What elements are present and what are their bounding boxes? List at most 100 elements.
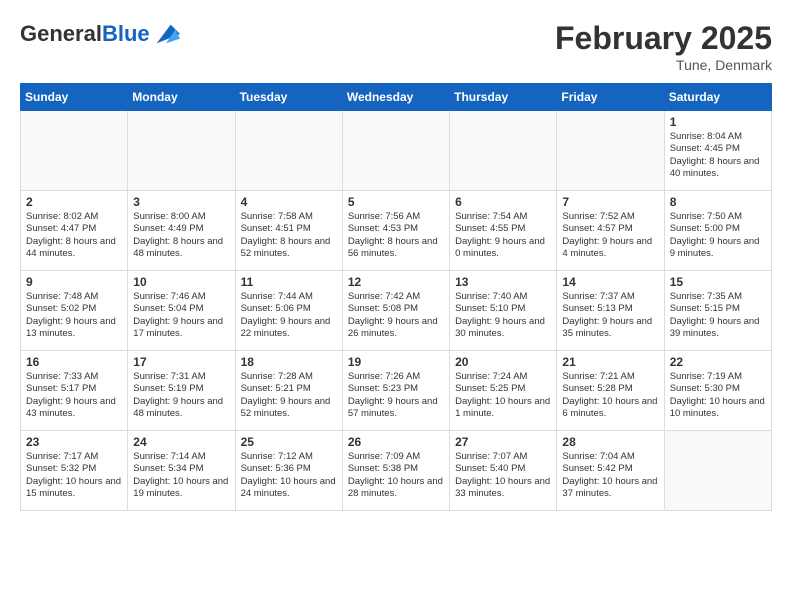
- day-info: Sunrise: 7:31 AMSunset: 5:19 PMDaylight:…: [133, 371, 229, 420]
- day-number: 6: [455, 195, 551, 209]
- month-year: February 2025: [555, 20, 772, 57]
- day-number: 4: [241, 195, 337, 209]
- calendar-cell: 6 Sunrise: 7:54 AMSunset: 4:55 PMDaylight…: [450, 191, 557, 271]
- day-number: 18: [241, 355, 337, 369]
- day-number: 3: [133, 195, 229, 209]
- day-header-tuesday: Tuesday: [235, 84, 342, 111]
- calendar-cell: 4 Sunrise: 7:58 AMSunset: 4:51 PMDaylight…: [235, 191, 342, 271]
- calendar-cell: 20Sunrise: 7:24 AMSunset: 5:25 PMDayligh…: [450, 351, 557, 431]
- calendar-cell: 9Sunrise: 7:48 AMSunset: 5:02 PMDaylight…: [21, 271, 128, 351]
- day-number: 27: [455, 435, 551, 449]
- calendar-table: SundayMondayTuesdayWednesdayThursdayFrid…: [20, 83, 772, 511]
- calendar-cell: 17 Sunrise: 7:31 AMSunset: 5:19 PMDayligh…: [128, 351, 235, 431]
- calendar-cell: 15Sunrise: 7:35 AMSunset: 5:15 PMDayligh…: [664, 271, 771, 351]
- calendar-cell: 11 Sunrise: 7:44 AMSunset: 5:06 PMDayligh…: [235, 271, 342, 351]
- week-row-5: 23Sunrise: 7:17 AMSunset: 5:32 PMDayligh…: [21, 431, 772, 511]
- day-info: Sunrise: 7:58 AMSunset: 4:51 PMDaylight:…: [241, 211, 337, 260]
- calendar-cell: 10 Sunrise: 7:46 AMSunset: 5:04 PMDayligh…: [128, 271, 235, 351]
- day-info: Sunrise: 8:00 AMSunset: 4:49 PMDaylight:…: [133, 211, 229, 260]
- day-number: 17: [133, 355, 229, 369]
- day-info: Sunrise: 7:40 AMSunset: 5:10 PMDaylight:…: [455, 291, 551, 340]
- day-header-sunday: Sunday: [21, 84, 128, 111]
- day-info: Sunrise: 7:44 AMSunset: 5:06 PMDaylight:…: [241, 291, 337, 340]
- day-number: 24: [133, 435, 229, 449]
- day-header-saturday: Saturday: [664, 84, 771, 111]
- calendar-cell: 1 Sunrise: 8:04 AMSunset: 4:45 PMDaylight…: [664, 111, 771, 191]
- day-info: Sunrise: 7:12 AMSunset: 5:36 PMDaylight:…: [241, 451, 337, 500]
- calendar-cell: 3 Sunrise: 8:00 AMSunset: 4:49 PMDaylight…: [128, 191, 235, 271]
- calendar-cell: [128, 111, 235, 191]
- day-info: Sunrise: 7:17 AMSunset: 5:32 PMDaylight:…: [26, 451, 122, 500]
- day-info: Sunrise: 7:19 AMSunset: 5:30 PMDaylight:…: [670, 371, 766, 420]
- day-info: Sunrise: 7:42 AMSunset: 5:08 PMDaylight:…: [348, 291, 444, 340]
- day-info: Sunrise: 7:50 AMSunset: 5:00 PMDaylight:…: [670, 211, 766, 260]
- week-row-3: 9Sunrise: 7:48 AMSunset: 5:02 PMDaylight…: [21, 271, 772, 351]
- day-number: 1: [670, 115, 766, 129]
- day-info: Sunrise: 7:21 AMSunset: 5:28 PMDaylight:…: [562, 371, 658, 420]
- day-header-wednesday: Wednesday: [342, 84, 449, 111]
- calendar-body: 1 Sunrise: 8:04 AMSunset: 4:45 PMDaylight…: [21, 111, 772, 511]
- days-of-week-row: SundayMondayTuesdayWednesdayThursdayFrid…: [21, 84, 772, 111]
- day-number: 25: [241, 435, 337, 449]
- day-number: 2: [26, 195, 122, 209]
- day-info: Sunrise: 7:33 AMSunset: 5:17 PMDaylight:…: [26, 371, 122, 420]
- calendar-cell: 2 Sunrise: 8:02 AMSunset: 4:47 PMDaylight…: [21, 191, 128, 271]
- calendar-cell: 18 Sunrise: 7:28 AMSunset: 5:21 PMDayligh…: [235, 351, 342, 431]
- calendar-cell: 5 Sunrise: 7:56 AMSunset: 4:53 PMDaylight…: [342, 191, 449, 271]
- day-number: 28: [562, 435, 658, 449]
- calendar-cell: 12 Sunrise: 7:42 AMSunset: 5:08 PMDayligh…: [342, 271, 449, 351]
- calendar-cell: [21, 111, 128, 191]
- calendar-cell: 16 Sunrise: 7:33 AMSunset: 5:17 PMDayligh…: [21, 351, 128, 431]
- logo-blue-text: Blue: [102, 21, 150, 46]
- logo: GeneralBlue: [20, 20, 180, 48]
- day-info: Sunrise: 7:46 AMSunset: 5:04 PMDaylight:…: [133, 291, 229, 340]
- logo-icon: [152, 20, 180, 48]
- day-number: 11: [241, 275, 337, 289]
- week-row-1: 1 Sunrise: 8:04 AMSunset: 4:45 PMDaylight…: [21, 111, 772, 191]
- calendar-cell: 13 Sunrise: 7:40 AMSunset: 5:10 PMDayligh…: [450, 271, 557, 351]
- day-number: 14: [562, 275, 658, 289]
- calendar-cell: 27 Sunrise: 7:07 AMSunset: 5:40 PMDayligh…: [450, 431, 557, 511]
- day-info: Sunrise: 7:04 AMSunset: 5:42 PMDaylight:…: [562, 451, 658, 500]
- day-info: Sunrise: 7:28 AMSunset: 5:21 PMDaylight:…: [241, 371, 337, 420]
- day-number: 8: [670, 195, 766, 209]
- day-number: 15: [670, 275, 766, 289]
- calendar-cell: 23Sunrise: 7:17 AMSunset: 5:32 PMDayligh…: [21, 431, 128, 511]
- week-row-4: 16 Sunrise: 7:33 AMSunset: 5:17 PMDayligh…: [21, 351, 772, 431]
- day-number: 22: [670, 355, 766, 369]
- calendar-cell: 25 Sunrise: 7:12 AMSunset: 5:36 PMDayligh…: [235, 431, 342, 511]
- day-info: Sunrise: 7:07 AMSunset: 5:40 PMDaylight:…: [455, 451, 551, 500]
- day-number: 10: [133, 275, 229, 289]
- day-info: Sunrise: 7:56 AMSunset: 4:53 PMDaylight:…: [348, 211, 444, 260]
- day-number: 7: [562, 195, 658, 209]
- day-number: 5: [348, 195, 444, 209]
- calendar-cell: 7 Sunrise: 7:52 AMSunset: 4:57 PMDaylight…: [557, 191, 664, 271]
- location: Tune, Denmark: [555, 57, 772, 73]
- day-info: Sunrise: 7:37 AMSunset: 5:13 PMDaylight:…: [562, 291, 658, 340]
- day-number: 13: [455, 275, 551, 289]
- day-info: Sunrise: 7:54 AMSunset: 4:55 PMDaylight:…: [455, 211, 551, 260]
- calendar-cell: [450, 111, 557, 191]
- day-number: 12: [348, 275, 444, 289]
- day-info: Sunrise: 8:02 AMSunset: 4:47 PMDaylight:…: [26, 211, 122, 260]
- day-info: Sunrise: 7:48 AMSunset: 5:02 PMDaylight:…: [26, 291, 122, 340]
- calendar-cell: [664, 431, 771, 511]
- calendar-cell: 22 Sunrise: 7:19 AMSunset: 5:30 PMDayligh…: [664, 351, 771, 431]
- calendar-cell: 24Sunrise: 7:14 AMSunset: 5:34 PMDayligh…: [128, 431, 235, 511]
- calendar-cell: [342, 111, 449, 191]
- page-header: GeneralBlue February 2025 Tune, Denmark: [20, 20, 772, 73]
- day-number: 16: [26, 355, 122, 369]
- day-info: Sunrise: 7:24 AMSunset: 5:25 PMDaylight:…: [455, 371, 551, 420]
- day-header-monday: Monday: [128, 84, 235, 111]
- day-header-friday: Friday: [557, 84, 664, 111]
- calendar-cell: 19Sunrise: 7:26 AMSunset: 5:23 PMDayligh…: [342, 351, 449, 431]
- day-number: 19: [348, 355, 444, 369]
- calendar-cell: 28 Sunrise: 7:04 AMSunset: 5:42 PMDayligh…: [557, 431, 664, 511]
- logo-general-text: General: [20, 21, 102, 46]
- calendar-cell: [235, 111, 342, 191]
- day-number: 21: [562, 355, 658, 369]
- day-info: Sunrise: 8:04 AMSunset: 4:45 PMDaylight:…: [670, 131, 766, 180]
- day-header-thursday: Thursday: [450, 84, 557, 111]
- day-info: Sunrise: 7:52 AMSunset: 4:57 PMDaylight:…: [562, 211, 658, 260]
- calendar-cell: [557, 111, 664, 191]
